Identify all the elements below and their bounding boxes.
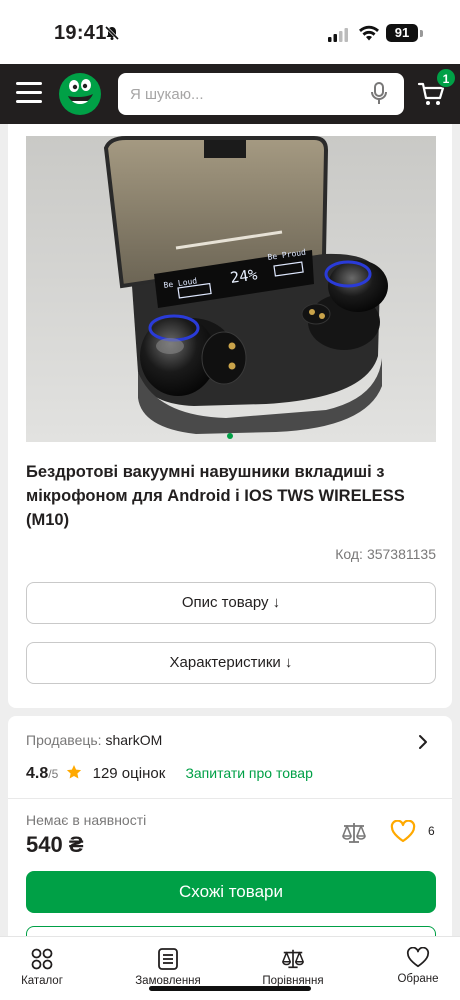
wifi-icon bbox=[358, 24, 380, 47]
bell-muted-icon bbox=[104, 25, 120, 46]
cart-count-badge: 1 bbox=[436, 68, 456, 88]
product-code-label: Код: bbox=[335, 546, 363, 562]
status-bar: 19:41 91 bbox=[0, 0, 460, 64]
app-header: 1 bbox=[0, 64, 460, 124]
chevron-right-icon[interactable] bbox=[418, 734, 428, 755]
home-indicator[interactable] bbox=[149, 986, 311, 991]
compare-scales-icon bbox=[282, 949, 304, 969]
gallery-pagination bbox=[8, 426, 452, 444]
battery-level: 91 bbox=[386, 24, 418, 42]
reviews-count[interactable]: 129 оцінок bbox=[93, 765, 166, 782]
divider bbox=[8, 798, 452, 799]
compare-scales-icon[interactable] bbox=[340, 820, 368, 851]
favorites-count: 6 bbox=[428, 824, 435, 838]
product-price: 540 ₴ bbox=[26, 832, 84, 857]
status-time: 19:41 bbox=[54, 22, 107, 44]
similar-products-button[interactable]: Схожі товари bbox=[26, 871, 436, 913]
star-icon bbox=[66, 764, 82, 787]
rating-score: 4.8 bbox=[26, 765, 49, 782]
orders-list-icon bbox=[158, 948, 178, 970]
case-display-center: 24% bbox=[229, 265, 258, 287]
gallery-dot-active[interactable] bbox=[227, 433, 233, 439]
ask-question-link[interactable]: Запитати про товар bbox=[185, 765, 312, 781]
description-button[interactable]: Опис товару ↓ bbox=[26, 582, 436, 624]
catalog-grid-icon bbox=[31, 948, 53, 970]
nav-favorites[interactable]: Обране bbox=[368, 947, 460, 985]
nav-compare[interactable]: Порівняння bbox=[243, 947, 343, 987]
nav-catalog-label: Каталог bbox=[21, 975, 63, 987]
seller-link[interactable]: Продавець: sharkOM bbox=[26, 732, 162, 748]
logo-icon[interactable] bbox=[58, 72, 102, 116]
product-card: Be Loud 24% Be Proud Бездротові вакуумні bbox=[8, 124, 452, 708]
menu-icon[interactable] bbox=[16, 82, 42, 104]
battery-tip bbox=[420, 30, 423, 37]
product-code: Код: 357381135 bbox=[331, 546, 436, 562]
specifications-button[interactable]: Характеристики ↓ bbox=[26, 642, 436, 684]
rating-row: 4.8/5 129 оцінок Запитати про товар bbox=[26, 762, 313, 784]
availability-status: Немає в наявності bbox=[26, 812, 147, 828]
nav-favorites-label: Обране bbox=[397, 973, 439, 985]
search-input[interactable] bbox=[130, 81, 360, 107]
seller-name[interactable]: sharkOM bbox=[105, 732, 162, 748]
seller-label: Продавець: bbox=[26, 732, 102, 748]
nav-catalog[interactable]: Каталог bbox=[0, 947, 92, 987]
rating-max: /5 bbox=[48, 767, 59, 781]
search-bar[interactable] bbox=[118, 73, 404, 115]
nav-orders[interactable]: Замовлення bbox=[118, 947, 218, 987]
product-image[interactable]: Be Loud 24% Be Proud bbox=[26, 136, 436, 442]
product-title: Бездротові вакуумні навушники вкладиші з… bbox=[26, 463, 405, 529]
product-code-value: 357381135 bbox=[366, 546, 436, 562]
microphone-icon[interactable] bbox=[370, 82, 388, 111]
cellular-signal-icon bbox=[328, 28, 348, 47]
favorite-heart-icon[interactable] bbox=[390, 819, 416, 849]
favorites-heart-icon bbox=[406, 947, 430, 968]
